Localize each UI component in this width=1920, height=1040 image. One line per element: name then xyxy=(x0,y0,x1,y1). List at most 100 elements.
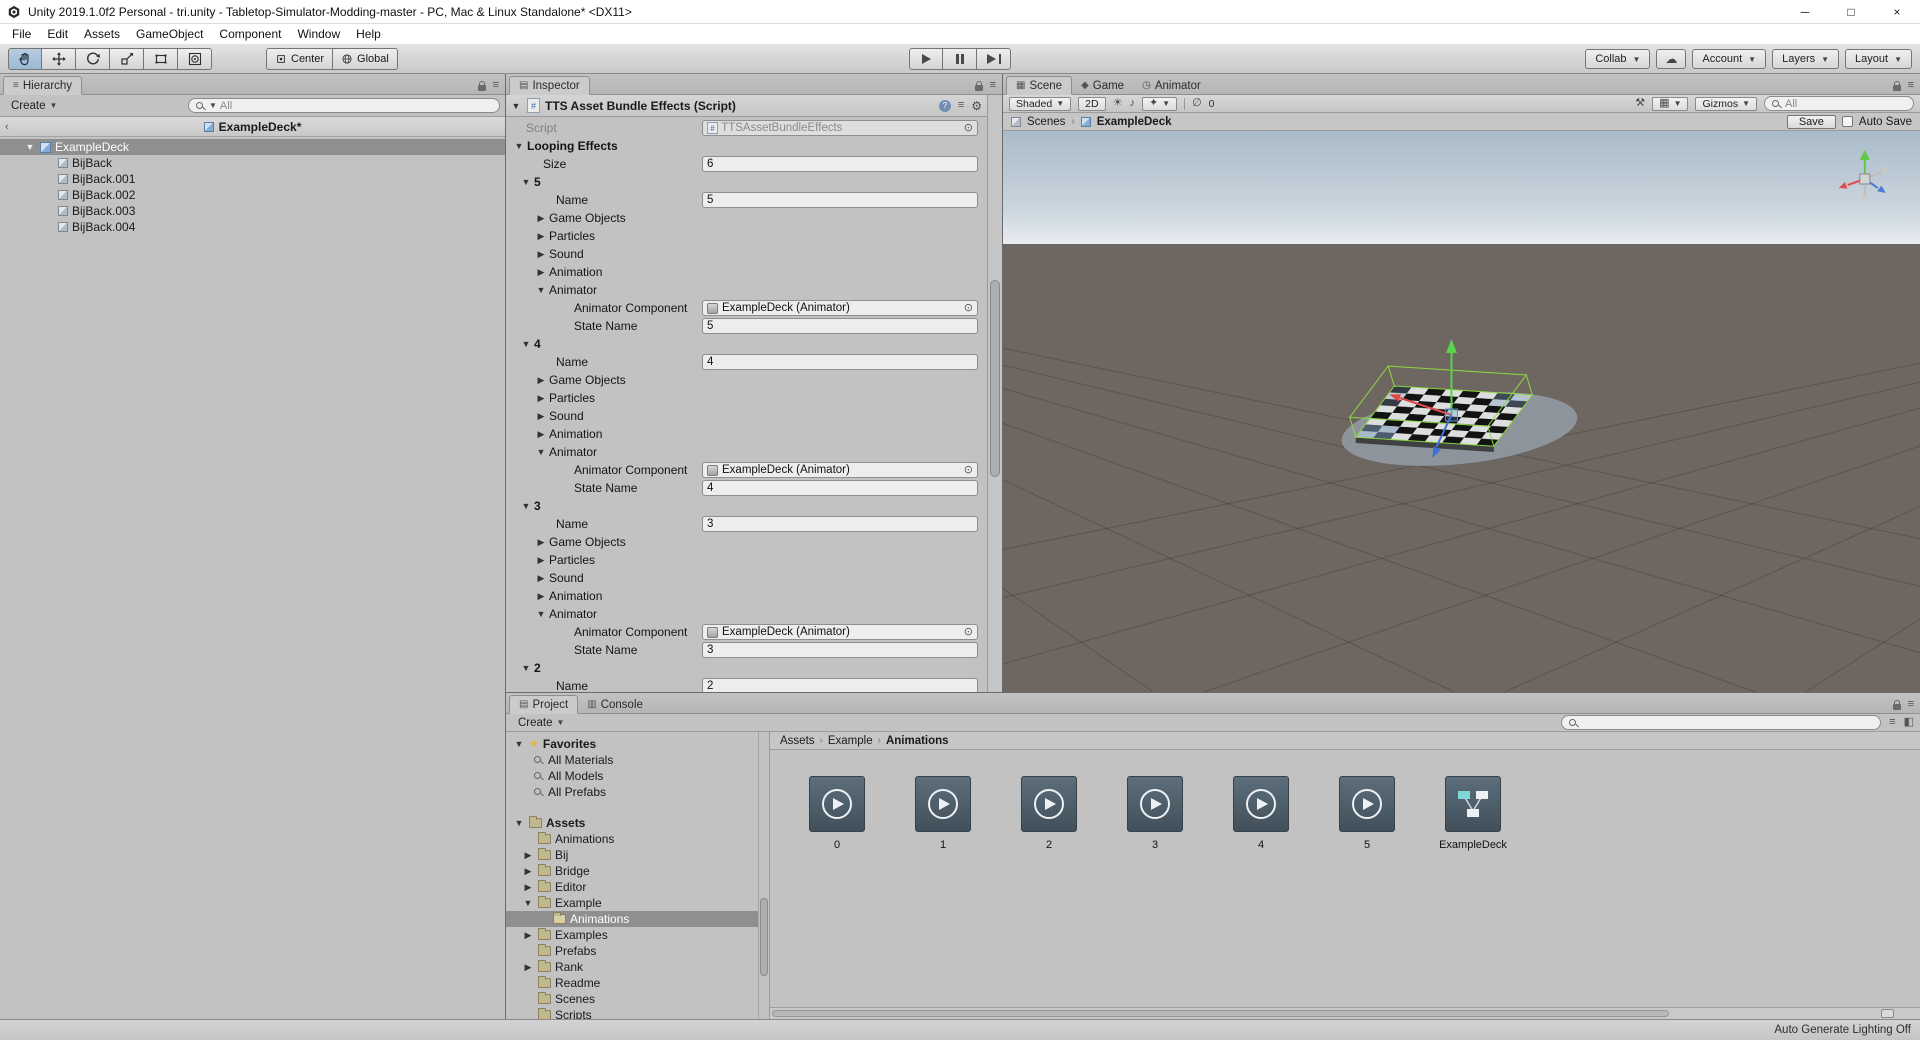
search-by-label-icon[interactable]: ◧ xyxy=(1904,717,1914,728)
animator-foldout[interactable]: ▼ Animator xyxy=(506,605,978,623)
name-field[interactable]: 4 xyxy=(702,354,978,370)
animation-foldout[interactable]: ▶ Animation xyxy=(506,587,978,605)
project-footer-scrollbar[interactable] xyxy=(770,1007,1920,1019)
particles-foldout[interactable]: ▶ Particles xyxy=(506,227,978,245)
menu-file[interactable]: File xyxy=(4,27,39,41)
zoom-slider[interactable] xyxy=(1881,1009,1894,1018)
object-picker-icon[interactable]: ⊙ xyxy=(964,122,973,134)
pivot-center-button[interactable]: Center xyxy=(266,48,334,70)
asset-anim-0[interactable]: 0 xyxy=(808,776,866,851)
folder-bij[interactable]: ▶ Bij xyxy=(506,847,769,863)
breadcrumb-scenes[interactable]: Scenes xyxy=(1027,116,1065,128)
size-field[interactable]: 6 xyxy=(702,156,978,172)
menu-window[interactable]: Window xyxy=(289,27,348,41)
asset-animator-controller[interactable]: ExampleDeck xyxy=(1439,776,1507,851)
hidden-objects-toggle-icon[interactable]: ∅ xyxy=(1192,98,1202,109)
project-create-button[interactable]: Create ▼ xyxy=(512,717,570,729)
animator-foldout[interactable]: ▼ Animator xyxy=(506,443,978,461)
state-name-field[interactable]: 5 xyxy=(702,318,978,334)
name-field[interactable]: 2 xyxy=(702,678,978,692)
breadcrumb-current-scene[interactable]: ExampleDeck xyxy=(1097,116,1172,128)
favorite-all-materials[interactable]: All Materials xyxy=(506,752,769,768)
folder-example-animations[interactable]: Animations xyxy=(506,911,769,927)
state-name-field[interactable]: 3 xyxy=(702,642,978,658)
tab-hierarchy[interactable]: ≡ Hierarchy xyxy=(3,76,83,95)
chevron-left-icon[interactable]: ‹ xyxy=(5,121,9,133)
transform-tool-button[interactable] xyxy=(178,48,212,70)
hierarchy-item[interactable]: BijBack.004 xyxy=(0,219,505,235)
scene-header-row[interactable]: ‹ ExampleDeck* xyxy=(0,117,505,137)
project-search-input[interactable] xyxy=(1561,715,1882,730)
folder-prefabs[interactable]: Prefabs xyxy=(506,943,769,959)
lock-icon[interactable] xyxy=(1892,699,1901,710)
folder-editor[interactable]: ▶ Editor xyxy=(506,879,769,895)
folder-example[interactable]: ▼ Example xyxy=(506,895,769,911)
game-objects-foldout[interactable]: ▶ Game Objects xyxy=(506,371,978,389)
element-5-foldout[interactable]: ▼ 5 xyxy=(506,173,978,191)
scale-tool-button[interactable] xyxy=(110,48,144,70)
looping-effects-foldout[interactable]: ▼ Looping Effects xyxy=(506,137,978,155)
animation-foldout[interactable]: ▶ Animation xyxy=(506,425,978,443)
pause-button[interactable] xyxy=(943,48,977,70)
element-3-foldout[interactable]: ▼ 3 xyxy=(506,497,978,515)
animator-component-field[interactable]: ExampleDeck (Animator) ⊙ xyxy=(702,462,978,478)
folder-examples[interactable]: ▶ Examples xyxy=(506,927,769,943)
assets-foldout[interactable]: ▼ Assets xyxy=(506,815,769,831)
name-field[interactable]: 3 xyxy=(702,516,978,532)
menu-assets[interactable]: Assets xyxy=(76,27,128,41)
folder-rank[interactable]: ▶ Rank xyxy=(506,959,769,975)
tab-scene[interactable]: ▦ Scene xyxy=(1006,76,1073,95)
lock-icon[interactable] xyxy=(477,80,486,91)
layers-dropdown[interactable]: Layers ▼ xyxy=(1772,49,1840,69)
object-picker-icon[interactable]: ⊙ xyxy=(964,302,973,314)
hierarchy-search-input[interactable]: ▼ All xyxy=(188,98,500,113)
scene-search-input[interactable]: All xyxy=(1764,96,1914,111)
panel-menu-icon[interactable]: ≡ xyxy=(990,80,996,91)
scrollbar-thumb[interactable] xyxy=(772,1010,1669,1017)
animator-component-field[interactable]: ExampleDeck (Animator) ⊙ xyxy=(702,624,978,640)
panel-menu-icon[interactable]: ≡ xyxy=(1908,80,1914,91)
particles-foldout[interactable]: ▶ Particles xyxy=(506,551,978,569)
account-dropdown[interactable]: Account ▼ xyxy=(1692,49,1767,69)
menu-help[interactable]: Help xyxy=(348,27,389,41)
animator-component-field[interactable]: ExampleDeck (Animator) ⊙ xyxy=(702,300,978,316)
asset-anim-3[interactable]: 3 xyxy=(1126,776,1184,851)
name-field[interactable]: 5 xyxy=(702,192,978,208)
hand-tool-button[interactable] xyxy=(8,48,42,70)
folder-scripts[interactable]: Scripts xyxy=(506,1007,769,1019)
gear-icon[interactable]: ⚙ xyxy=(971,100,982,112)
foldout-open-icon[interactable]: ▼ xyxy=(510,101,522,111)
sound-foldout[interactable]: ▶ Sound xyxy=(506,407,978,425)
favorites-foldout[interactable]: ▼ ★ Favorites xyxy=(506,736,769,752)
breadcrumb-animations[interactable]: Animations xyxy=(886,735,949,747)
rotate-tool-button[interactable] xyxy=(76,48,110,70)
shading-mode-dropdown[interactable]: Shaded ▼ xyxy=(1009,96,1072,111)
object-picker-icon[interactable]: ⊙ xyxy=(964,464,973,476)
favorite-all-models[interactable]: All Models xyxy=(506,768,769,784)
tab-console[interactable]: ▥ Console xyxy=(578,695,652,714)
favorite-all-prefabs[interactable]: All Prefabs xyxy=(506,784,769,800)
move-tool-button[interactable] xyxy=(42,48,76,70)
object-picker-icon[interactable]: ⊙ xyxy=(964,626,973,638)
lock-icon[interactable] xyxy=(974,80,983,91)
particles-foldout[interactable]: ▶ Particles xyxy=(506,389,978,407)
cloud-services-button[interactable]: ☁ xyxy=(1656,49,1687,69)
hierarchy-create-button[interactable]: Create ▼ xyxy=(5,100,63,112)
help-icon[interactable]: ? xyxy=(938,99,951,112)
hierarchy-item[interactable]: BijBack.001 xyxy=(0,171,505,187)
asset-anim-1[interactable]: 1 xyxy=(914,776,972,851)
hierarchy-item[interactable]: BijBack.003 xyxy=(0,203,505,219)
asset-anim-5[interactable]: 5 xyxy=(1338,776,1396,851)
animator-foldout[interactable]: ▼ Animator xyxy=(506,281,978,299)
project-tree-scrollbar[interactable] xyxy=(758,732,769,1019)
lock-icon[interactable] xyxy=(1892,80,1901,91)
menu-component[interactable]: Component xyxy=(211,27,289,41)
step-button[interactable] xyxy=(977,48,1011,70)
pivot-global-button[interactable]: Global xyxy=(333,48,398,70)
foldout-open-icon[interactable]: ▼ xyxy=(24,142,36,152)
element-4-foldout[interactable]: ▼ 4 xyxy=(506,335,978,353)
layout-dropdown[interactable]: Layout ▼ xyxy=(1845,49,1912,69)
asset-anim-2[interactable]: 2 xyxy=(1020,776,1078,851)
hierarchy-item-exampledeck[interactable]: ▼ ExampleDeck xyxy=(0,139,505,155)
scrollbar-thumb[interactable] xyxy=(760,898,768,976)
